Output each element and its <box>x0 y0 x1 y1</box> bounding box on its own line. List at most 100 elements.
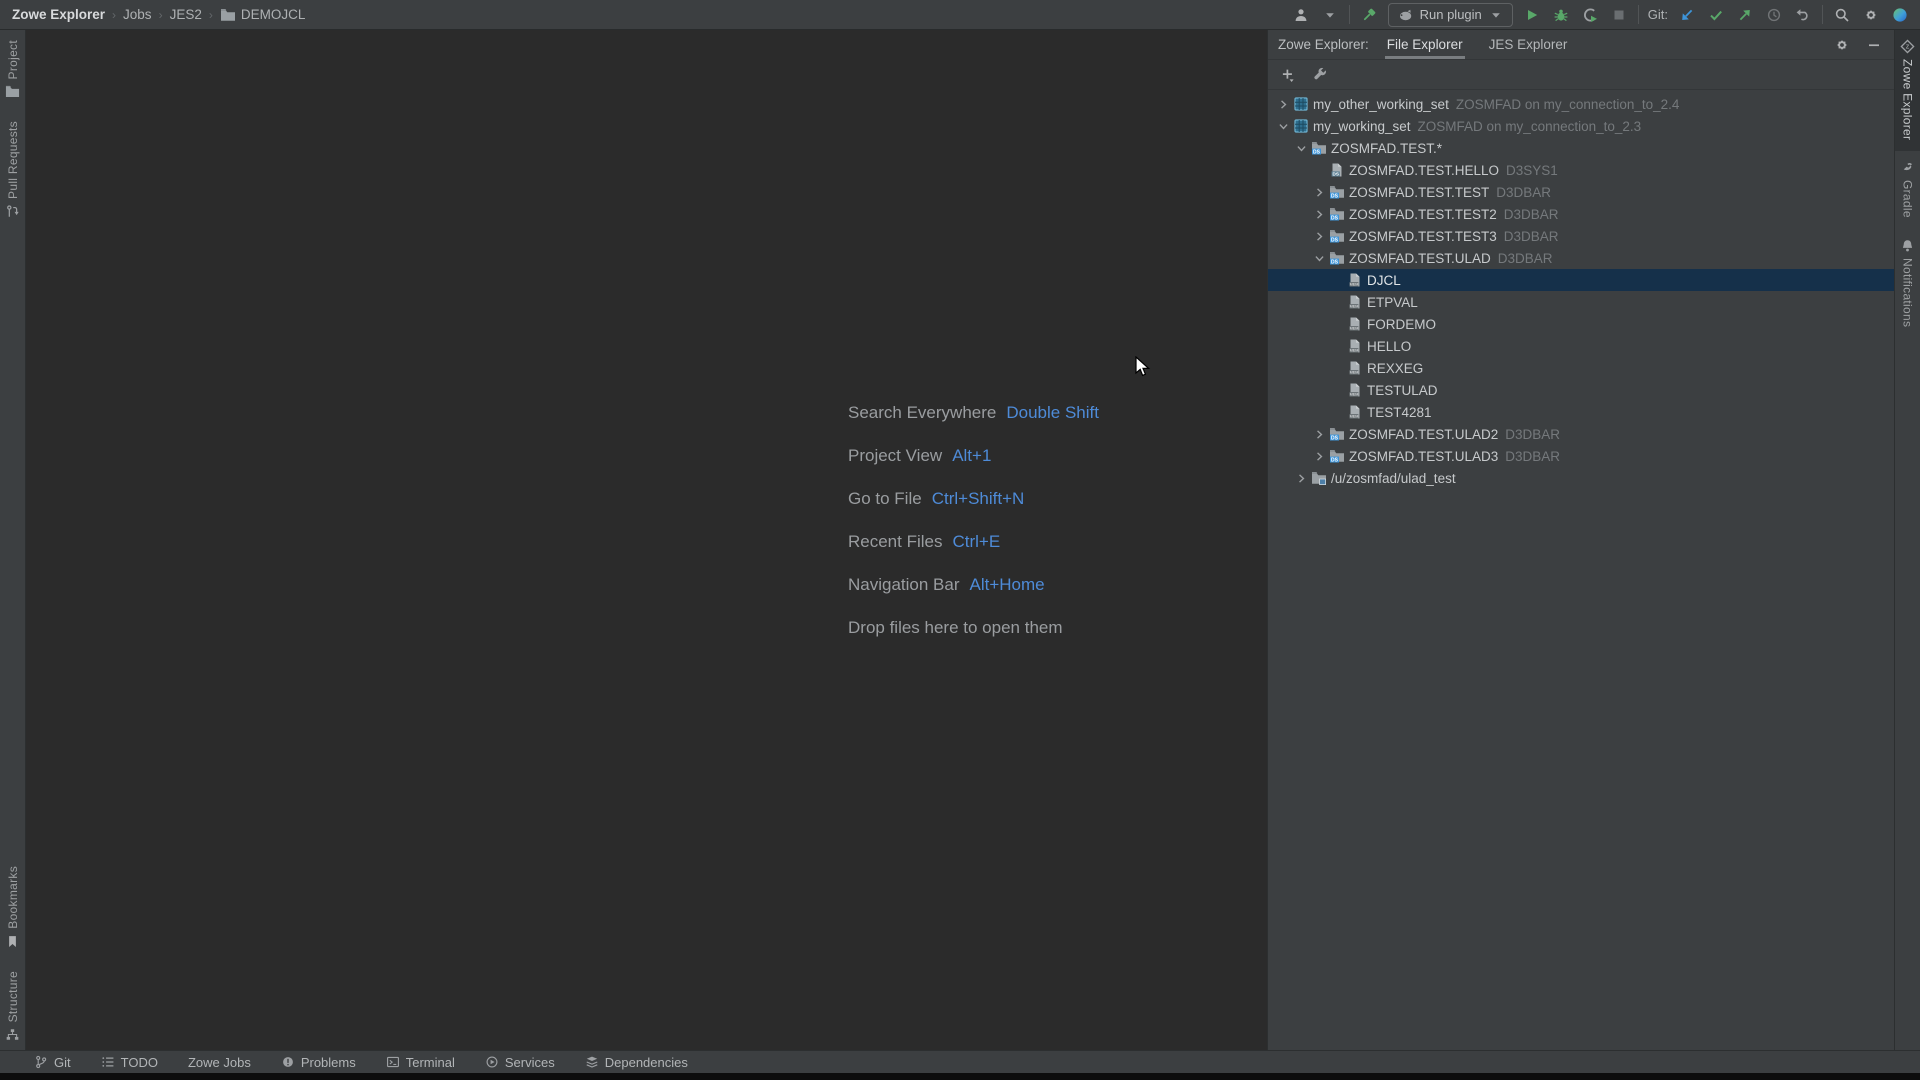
tree-row-test4281[interactable]: MEMTEST4281 <box>1268 401 1894 423</box>
hammer-icon[interactable] <box>1359 5 1379 25</box>
wrench-icon[interactable] <box>1310 65 1330 85</box>
tree-row-zosmfad-test-test2[interactable]: DSZOSMFAD.TEST.TEST2D3DBAR <box>1268 203 1894 225</box>
chevron-right-icon[interactable] <box>1293 472 1310 485</box>
tree-row-zosmfad-test-test3[interactable]: DSZOSMFAD.TEST.TEST3D3DBAR <box>1268 225 1894 247</box>
breadcrumb-item-demojcl[interactable]: DEMOJCL <box>220 7 306 23</box>
tree-row-u-zosmfad-ulad-test[interactable]: /u/zosmfad/ulad_test <box>1268 467 1894 489</box>
add-icon[interactable] <box>1278 65 1298 85</box>
chevron-right-icon[interactable] <box>1275 98 1292 111</box>
toolwindow-stripe-button-notifications[interactable]: Notifications <box>1895 229 1920 338</box>
profiler-icon[interactable] <box>1580 5 1600 25</box>
history-icon[interactable] <box>1764 5 1784 25</box>
editor-area: Search EverywhereDouble ShiftProject Vie… <box>26 30 1267 1050</box>
toolwindow-button-terminal[interactable]: Terminal <box>386 1055 455 1070</box>
zowe-logo-icon: Z <box>1900 39 1915 54</box>
breadcrumb-item-jobs[interactable]: Jobs <box>123 7 152 22</box>
toolbar-separator <box>1638 5 1639 24</box>
project-folder-icon <box>5 84 20 99</box>
window-bottom-edge <box>0 1073 1920 1080</box>
settings-icon[interactable] <box>1832 35 1852 55</box>
search-icon[interactable] <box>1832 5 1852 25</box>
chevron-right-icon[interactable] <box>1311 230 1328 243</box>
toolwindow-button-services[interactable]: Services <box>485 1055 555 1070</box>
toolwindow-stripe-button-structure[interactable]: Structure <box>5 971 20 1042</box>
tree-item-label: my_working_set <box>1313 119 1411 134</box>
toolbar-actions: Run plugin Git: <box>1291 3 1910 27</box>
toolwindow-button-label: Zowe Jobs <box>188 1055 251 1070</box>
run-actions-group <box>1522 5 1629 25</box>
tree-row-zosmfad-test-test[interactable]: DSZOSMFAD.TEST.TESTD3DBAR <box>1268 181 1894 203</box>
commit-icon[interactable] <box>1706 5 1726 25</box>
hint-shortcut: Ctrl+Shift+N <box>932 489 1025 509</box>
dependencies-icon <box>585 1055 599 1069</box>
undo-icon[interactable] <box>1793 5 1813 25</box>
toolwindow-stripe-button-bookmarks[interactable]: Bookmarks <box>5 866 20 949</box>
svg-text:MEM: MEM <box>1350 415 1359 419</box>
chevron-down-icon[interactable] <box>1293 142 1310 155</box>
avatar-icon[interactable] <box>1890 5 1910 25</box>
hint-shortcut: Ctrl+E <box>952 532 1000 552</box>
tree-row-my-working-set[interactable]: my_working_setZOSMFAD on my_connection_t… <box>1268 115 1894 137</box>
chevron-right-icon[interactable] <box>1311 186 1328 199</box>
tree-item-secondary: D3DBAR <box>1505 427 1560 442</box>
toolwindow-button-problems[interactable]: Problems <box>281 1055 356 1070</box>
toolwindow-button-zowe-jobs[interactable]: Zowe Jobs <box>188 1055 251 1070</box>
stripe-button-label: Structure <box>6 971 20 1022</box>
breadcrumb-item-jes2[interactable]: JES2 <box>170 7 202 22</box>
toolwindow-stripe-button-zowe-explorer[interactable]: ZZowe Explorer <box>1895 30 1920 151</box>
tab-jes-explorer[interactable]: JES Explorer <box>1487 30 1570 59</box>
push-icon[interactable] <box>1735 5 1755 25</box>
tree-row-djcl[interactable]: MEMDJCL <box>1268 269 1894 291</box>
tree-row-fordemo[interactable]: MEMFORDEMO <box>1268 313 1894 335</box>
toolwindow-button-label: Services <box>505 1055 555 1070</box>
tree-item-label: ZOSMFAD.TEST.ULAD3 <box>1349 449 1498 464</box>
tree-row-zosmfad-test-ulad2[interactable]: DSZOSMFAD.TEST.ULAD2D3DBAR <box>1268 423 1894 445</box>
tree-row-testulad[interactable]: MEMTESTULAD <box>1268 379 1894 401</box>
tree-row-zosmfad-test[interactable]: DSZOSMFAD.TEST.* <box>1268 137 1894 159</box>
toolwindow-button-label: Problems <box>301 1055 356 1070</box>
toolwindow-stripe-button-pull-requests[interactable]: Pull Requests <box>5 121 20 219</box>
left-stripe-top: Project Pull Requests <box>5 40 20 219</box>
stripe-button-label: Notifications <box>1901 258 1915 327</box>
tab-file-explorer[interactable]: File Explorer <box>1385 30 1465 59</box>
toolwindow-button-dependencies[interactable]: Dependencies <box>585 1055 688 1070</box>
svg-text:DS: DS <box>1331 215 1339 221</box>
stripe-button-label: Gradle <box>1901 180 1915 218</box>
minimize-icon[interactable] <box>1864 35 1884 55</box>
debug-icon[interactable] <box>1551 5 1571 25</box>
svg-text:MEM: MEM <box>1350 327 1359 331</box>
tree-row-rexxeg[interactable]: MEMREXXEG <box>1268 357 1894 379</box>
toolwindow-stripe-button-project[interactable]: Project <box>5 40 20 99</box>
play-icon[interactable] <box>1522 5 1542 25</box>
working-set-icon <box>1293 96 1309 112</box>
hint-shortcut: Alt+Home <box>970 575 1045 595</box>
tree-row-my-other-working-set[interactable]: my_other_working_setZOSMFAD on my_connec… <box>1268 93 1894 115</box>
member-icon: MEM <box>1347 338 1363 354</box>
settings-icon[interactable] <box>1861 5 1881 25</box>
chevron-right-icon[interactable] <box>1311 450 1328 463</box>
gradle-icon <box>1900 160 1915 175</box>
chevron-down-icon[interactable] <box>1275 120 1292 133</box>
breadcrumb-item-zowe-explorer[interactable]: Zowe Explorer <box>12 7 105 22</box>
tree-row-etpval[interactable]: MEMETPVAL <box>1268 291 1894 313</box>
toolwindow-button-todo[interactable]: TODO <box>101 1055 158 1070</box>
tree-row-zosmfad-test-ulad[interactable]: DSZOSMFAD.TEST.ULADD3DBAR <box>1268 247 1894 269</box>
toolwindow-button-git[interactable]: Git <box>34 1055 71 1070</box>
todo-icon <box>101 1055 115 1069</box>
tree-item-label: TESTULAD <box>1367 383 1438 398</box>
user-icon[interactable] <box>1291 5 1311 25</box>
chevron-right-icon[interactable] <box>1311 208 1328 221</box>
chevron-right-icon[interactable] <box>1311 428 1328 441</box>
tree-row-zosmfad-test-ulad3[interactable]: DSZOSMFAD.TEST.ULAD3D3DBAR <box>1268 445 1894 467</box>
tree-row-zosmfad-test-hello[interactable]: DSZOSMFAD.TEST.HELLOD3SYS1 <box>1268 159 1894 181</box>
svg-text:DS: DS <box>1331 259 1339 265</box>
toolwindow-stripe-button-gradle[interactable]: Gradle <box>1895 151 1920 229</box>
tree-row-hello[interactable]: MEMHELLO <box>1268 335 1894 357</box>
update-icon[interactable] <box>1677 5 1697 25</box>
chevron-down-icon[interactable] <box>1311 252 1328 265</box>
member-icon: MEM <box>1347 316 1363 332</box>
run-configuration-selector[interactable]: Run plugin <box>1388 3 1513 27</box>
dropdown-arrow-icon[interactable] <box>1320 5 1340 25</box>
member-icon: MEM <box>1347 360 1363 376</box>
stop-icon[interactable] <box>1609 5 1629 25</box>
